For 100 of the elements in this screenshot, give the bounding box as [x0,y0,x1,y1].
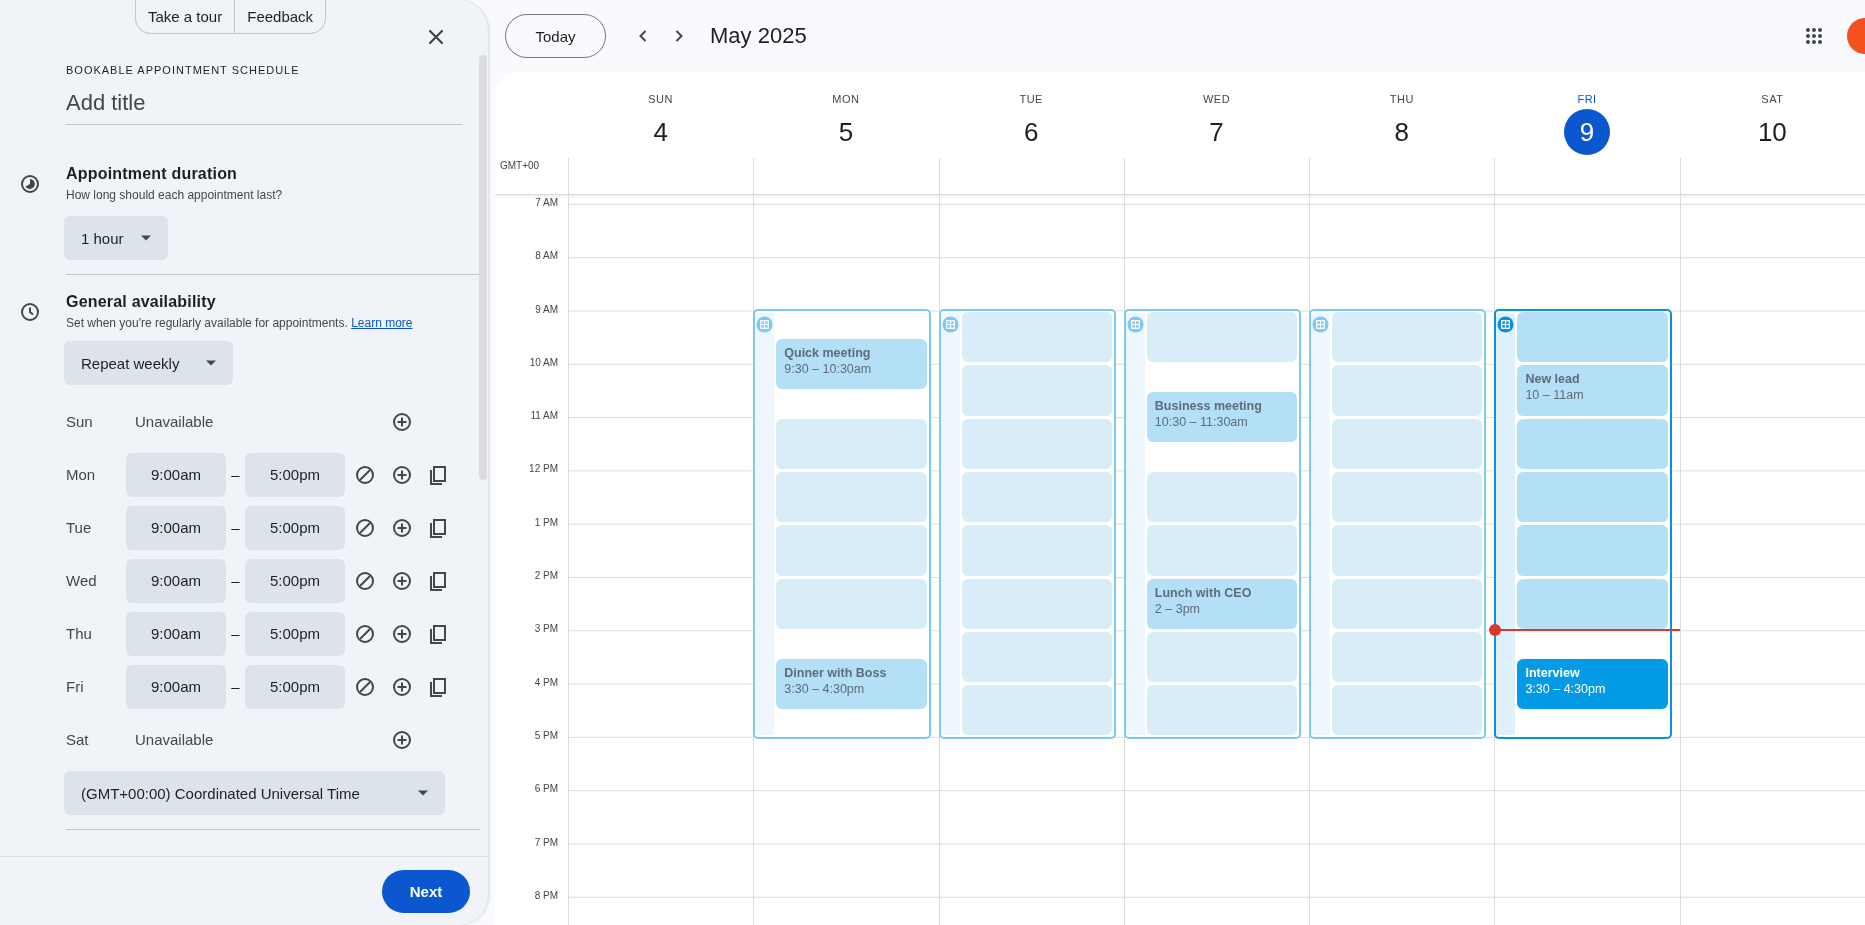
hour-label: 10 AM [529,356,558,368]
availability-block[interactable]: Quick meeting 9:30 – 10:30am Dinner with Boss 3:30 – 4:30pm [753,308,931,739]
hour-label: 7 AM [535,197,558,208]
availability-block[interactable] [938,308,1116,739]
caret-icon [139,235,152,241]
available-slot[interactable] [1332,631,1483,683]
available-slot[interactable] [1332,578,1483,629]
start-time-field[interactable]: 9:00am [126,664,226,709]
available-slot[interactable] [961,472,1112,523]
event-time: 2 – 3pm [1154,601,1200,616]
end-time-field[interactable]: 5:00pm [245,505,345,550]
day-label: Tue [66,519,93,536]
panel-link-button[interactable]: Take a tour [136,0,235,33]
available-slot[interactable] [1332,418,1483,469]
available-slot[interactable] [1146,312,1298,363]
available-slot[interactable] [1332,312,1483,363]
event-card[interactable]: Business meeting 10:30 – 11:30am [1146,392,1298,443]
hour-label: 5 PM [534,729,558,741]
day-number[interactable]: 6 [1008,109,1055,155]
available-slot[interactable] [961,631,1112,683]
available-slot[interactable] [1332,685,1483,736]
add-icon[interactable] [391,516,413,539]
available-slot[interactable] [961,525,1112,576]
available-slot[interactable] [1517,418,1668,469]
day-label: Thu [66,625,93,642]
available-slot[interactable] [1332,525,1483,576]
add-icon[interactable] [391,675,413,698]
start-time-field[interactable]: 9:00am [126,452,226,497]
available-slot[interactable] [776,471,927,523]
unavailable-icon[interactable] [353,675,376,698]
add-icon[interactable] [391,463,413,486]
available-slot[interactable] [1517,525,1668,576]
available-slot[interactable] [1146,685,1298,736]
availability-block[interactable] [1309,308,1487,739]
available-slot[interactable] [1146,471,1298,523]
availability-block[interactable]: New lead 10 – 11am Interview 3:30 – 4:30pm [1494,308,1672,739]
unavailable-icon[interactable] [353,569,376,592]
add-icon[interactable] [391,410,413,433]
available-slot[interactable] [1146,525,1298,576]
hour-label: 2 PM [534,570,558,582]
day-number[interactable]: 10 [1749,109,1796,155]
available-slot[interactable] [776,525,927,576]
apps-grid-icon[interactable] [1803,25,1825,47]
start-time-field[interactable]: 9:00am [126,611,226,656]
event-card[interactable]: Quick meeting 9:30 – 10:30am [776,338,927,390]
available-slot[interactable] [1517,578,1668,629]
section-title: General availability [66,293,217,311]
timezone-dropdown[interactable]: (GMT+00:00) Coordinated Universal Time [64,771,445,815]
available-slot[interactable] [1517,472,1668,523]
start-time-field[interactable]: 9:00am [126,558,226,603]
day-status: Unavailable [134,413,215,430]
end-time-field[interactable]: 5:00pm [245,664,345,709]
event-title: Dinner with Boss [784,664,888,681]
day-number[interactable]: 5 [822,109,869,155]
repeat-dropdown[interactable]: Repeat weekly [64,341,234,385]
available-slot[interactable] [1517,312,1668,363]
day-number[interactable]: 4 [637,109,684,155]
add-icon[interactable] [391,622,413,645]
event-title: New lead [1525,371,1581,388]
available-slot[interactable] [776,418,927,469]
event-card[interactable]: New lead 10 – 11am [1517,365,1668,416]
learn-more-link[interactable]: Learn more [351,316,413,330]
title-input[interactable]: Add title [66,80,462,125]
unavailable-icon[interactable] [353,463,376,486]
panel-link-button[interactable]: Feedback [234,0,326,33]
day-label: Wed [66,572,98,589]
end-time-field[interactable]: 5:00pm [245,611,345,656]
event-card[interactable]: Dinner with Boss 3:30 – 4:30pm [776,658,927,709]
available-slot[interactable] [1146,631,1298,683]
available-slot[interactable] [961,312,1112,363]
duration-dropdown[interactable]: 1 hour [64,216,168,260]
schedule-icon [756,315,774,333]
availability-block[interactable]: Business meeting 10:30 – 11:30am Lunch with CEO 2 – 3pm [1123,308,1302,739]
day-number[interactable]: 9 [1564,109,1611,155]
next-button[interactable]: Next [382,869,470,913]
event-time: 10 – 11am [1525,388,1584,403]
day-number[interactable]: 7 [1193,109,1240,155]
start-time-field[interactable]: 9:00am [126,505,226,550]
scrollbar[interactable] [479,55,487,480]
time-separator: – [230,519,241,536]
end-time-field[interactable]: 5:00pm [245,558,345,603]
add-icon[interactable] [391,728,413,751]
available-slot[interactable] [961,418,1112,469]
day-number[interactable]: 8 [1378,109,1425,155]
hour-label: 1 PM [534,516,558,528]
add-icon[interactable] [391,569,413,592]
event-title: Business meeting [1154,398,1263,415]
available-slot[interactable] [961,578,1112,629]
available-slot[interactable] [1332,365,1483,416]
event-time: 3:30 – 4:30pm [784,681,865,696]
unavailable-icon[interactable] [353,622,376,645]
unavailable-icon[interactable] [353,516,376,539]
available-slot[interactable] [776,578,927,629]
available-slot[interactable] [961,685,1112,736]
available-slot[interactable] [961,365,1112,416]
end-time-field[interactable]: 5:00pm [245,452,345,497]
hour-label: 4 PM [534,676,558,688]
event-card[interactable]: Lunch with CEO 2 – 3pm [1146,578,1298,629]
available-slot[interactable] [1332,472,1483,523]
event-time: 10:30 – 11:30am [1154,415,1248,430]
